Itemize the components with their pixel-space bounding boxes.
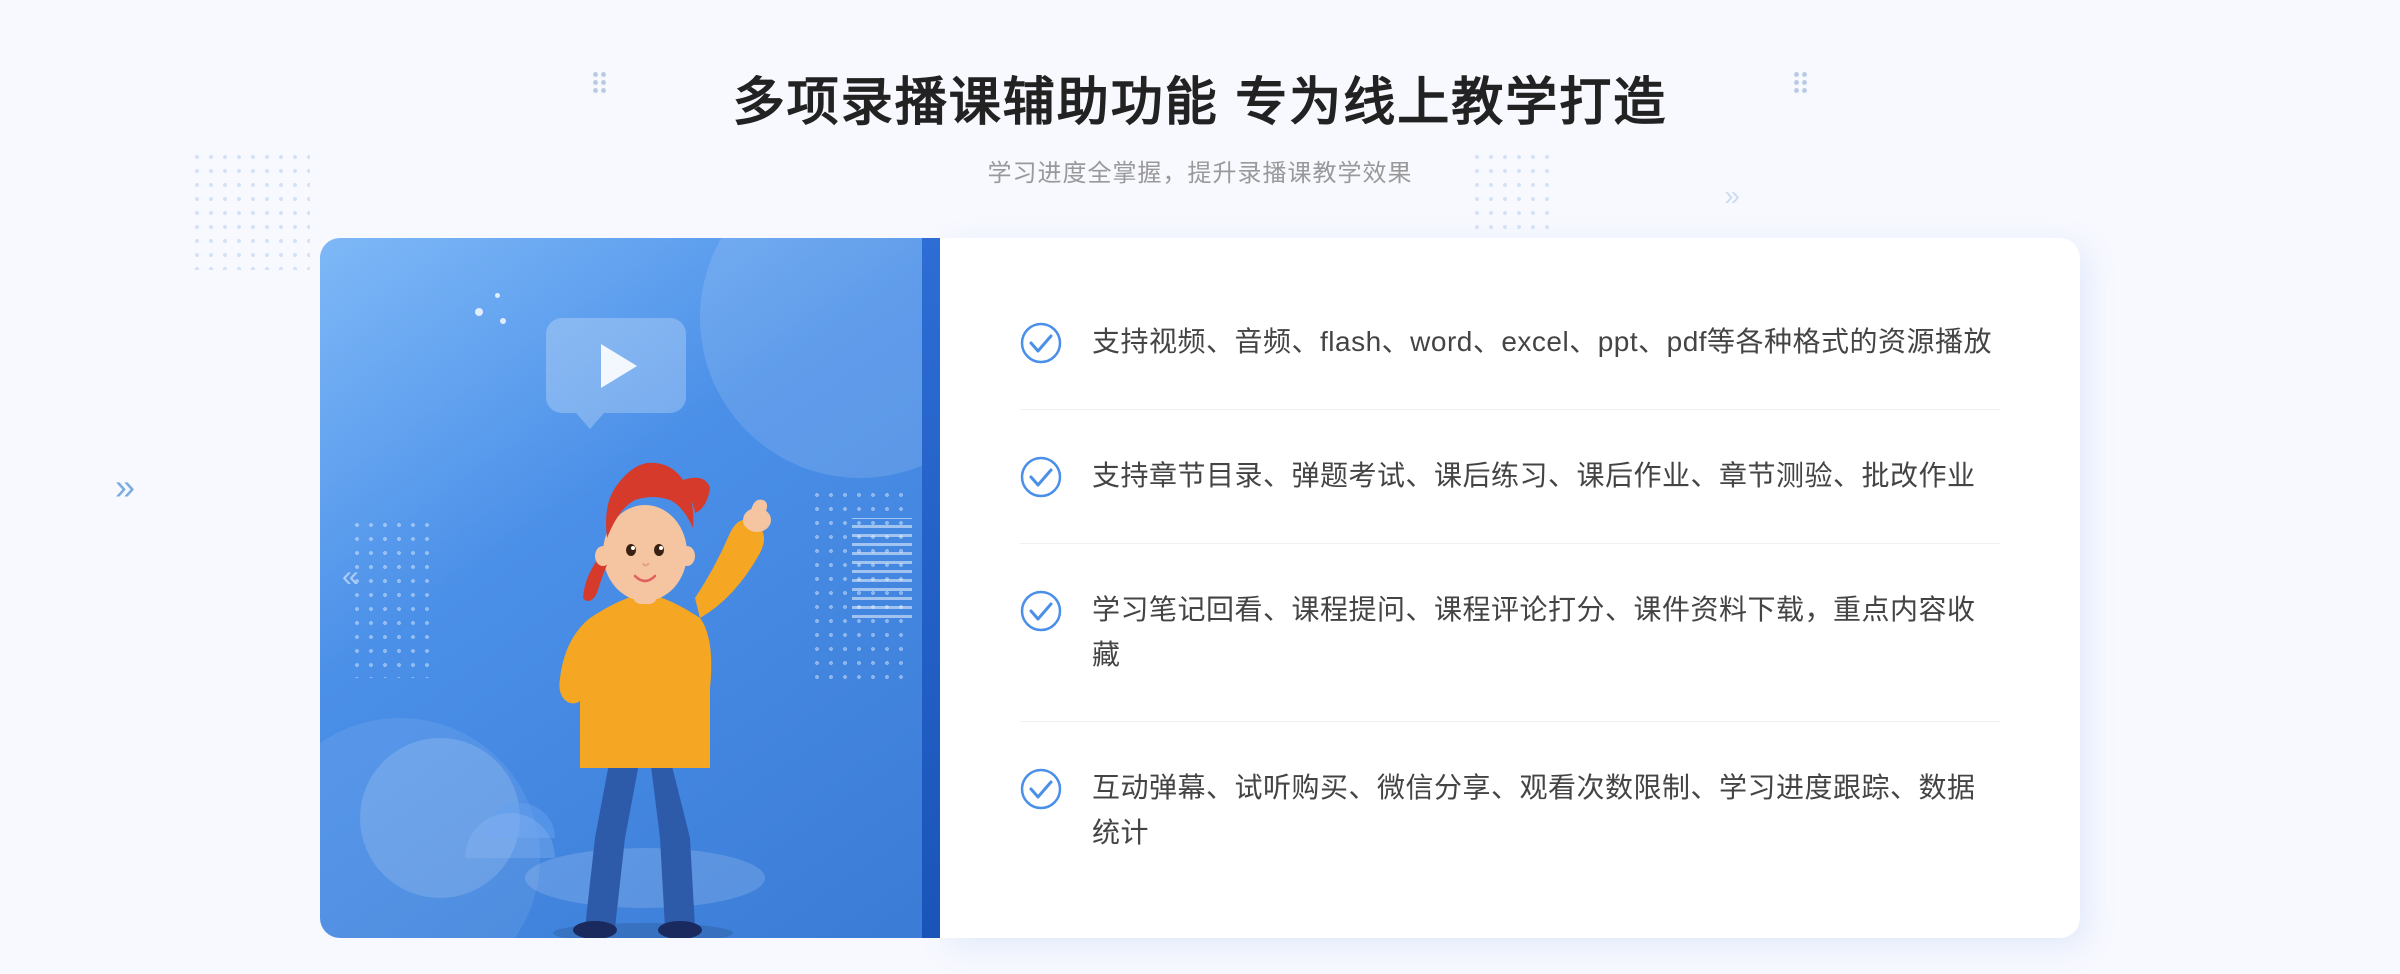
dots-decoration-top-left	[190, 150, 310, 270]
stripe-decoration	[852, 518, 912, 618]
title-decoration-left	[593, 72, 606, 93]
accent-bar	[922, 238, 940, 938]
figure-illustration	[495, 398, 795, 938]
divider-1	[1020, 409, 2000, 410]
feature-item-3: 学习笔记回看、课程提问、课程评论打分、课件资料下载，重点内容收藏	[1020, 568, 2000, 698]
check-icon-1	[1020, 322, 1062, 364]
illustration-panel: «	[320, 238, 940, 938]
feature-text-2: 支持章节目录、弹题考试、课后练习、课后作业、章节测验、批改作业	[1092, 454, 1976, 499]
page-container: » » 多项录播课辅助功能 专为线上教学打造	[0, 0, 2400, 974]
check-icon-3	[1020, 590, 1062, 632]
check-icon-4	[1020, 768, 1062, 810]
main-title: 多项录播课辅助功能 专为线上教学打造	[733, 60, 1667, 135]
check-icon-2	[1020, 456, 1062, 498]
feature-item-1: 支持视频、音频、flash、word、excel、ppt、pdf等各种格式的资源…	[1020, 300, 2000, 385]
content-area: «	[320, 238, 2080, 938]
sparkle-1	[475, 308, 483, 316]
play-icon	[601, 344, 637, 388]
divider-2	[1020, 543, 2000, 544]
content-panel: 支持视频、音频、flash、word、excel、ppt、pdf等各种格式的资源…	[940, 238, 2080, 938]
feature-item-2: 支持章节目录、弹题考试、课后练习、课后作业、章节测验、批改作业	[1020, 434, 2000, 519]
sparkle-3	[500, 318, 506, 324]
sparkle-2	[495, 293, 500, 298]
illus-arrow-icon: «	[342, 560, 359, 594]
arrow-left-decoration: »	[115, 466, 135, 508]
feature-text-3: 学习笔记回看、课程提问、课程评论打分、课件资料下载，重点内容收藏	[1092, 588, 2000, 678]
feature-text-1: 支持视频、音频、flash、word、excel、ppt、pdf等各种格式的资源…	[1092, 320, 1992, 365]
illus-dots-left	[350, 518, 430, 678]
divider-3	[1020, 721, 2000, 722]
sub-title: 学习进度全掌握，提升录播课教学效果	[987, 153, 1412, 188]
feature-text-4: 互动弹幕、试听购买、微信分享、观看次数限制、学习进度跟踪、数据统计	[1092, 766, 2000, 856]
arrow-right-decoration: »	[1724, 180, 1740, 212]
title-section: 多项录播课辅助功能 专为线上教学打造 学习进度全掌握，提升录播课教学效果	[733, 60, 1667, 188]
title-decoration-right	[1794, 72, 1807, 93]
stripe-lines	[852, 518, 912, 618]
feature-item-4: 互动弹幕、试听购买、微信分享、观看次数限制、学习进度跟踪、数据统计	[1020, 746, 2000, 876]
